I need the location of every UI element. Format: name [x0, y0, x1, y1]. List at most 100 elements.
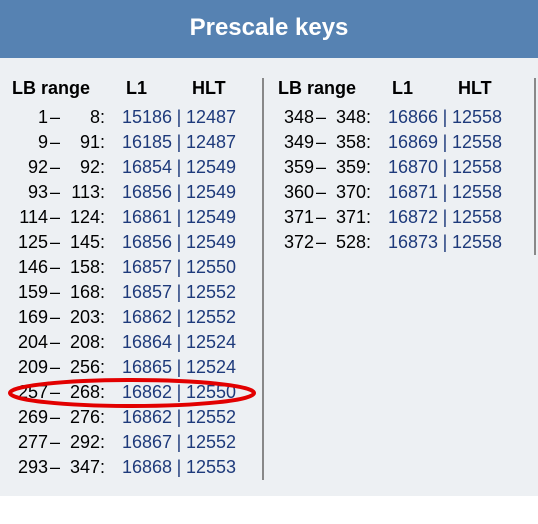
hlt-value: 12524: [186, 355, 244, 380]
dash: –: [48, 155, 62, 180]
l1-value: 16864: [110, 330, 172, 355]
table-row: 92–92:16854|12549: [12, 155, 252, 180]
colon: :: [366, 180, 376, 205]
l1-value: 16856: [110, 230, 172, 255]
colon: :: [100, 105, 110, 130]
l1-value: 16862: [110, 405, 172, 430]
colon: :: [100, 230, 110, 255]
dash: –: [48, 430, 62, 455]
lb-from: 269: [12, 405, 48, 430]
lb-to: 158: [62, 255, 100, 280]
lb-from: 146: [12, 255, 48, 280]
lb-to: 91: [62, 130, 100, 155]
separator: |: [172, 230, 186, 255]
dash: –: [48, 205, 62, 230]
lb-from: 114: [12, 205, 48, 230]
table-row: 371–371:16872|12558: [278, 205, 518, 230]
lb-from: 209: [12, 355, 48, 380]
l1-value: 16866: [376, 105, 438, 130]
hlt-value: 12487: [186, 105, 244, 130]
l1-value: 16865: [110, 355, 172, 380]
dash: –: [314, 205, 328, 230]
dash: –: [48, 305, 62, 330]
hlt-value: 12558: [452, 105, 510, 130]
colon: :: [100, 355, 110, 380]
lb-to: 292: [62, 430, 100, 455]
dash: –: [314, 230, 328, 255]
l1-value: 16862: [110, 305, 172, 330]
table-row: 372–528:16873|12558: [278, 230, 518, 255]
dash: –: [314, 105, 328, 130]
table-row: 125–145:16856|12549: [12, 230, 252, 255]
lb-from: 372: [278, 230, 314, 255]
separator: |: [438, 180, 452, 205]
separator: |: [172, 455, 186, 480]
dash: –: [48, 330, 62, 355]
colon: :: [100, 330, 110, 355]
table-row: 269–276:16862|12552: [12, 405, 252, 430]
separator: |: [172, 130, 186, 155]
header-hlt: HLT: [448, 78, 518, 99]
right-column: LB range L1 HLT 348–348:16866|12558349–3…: [264, 78, 536, 255]
separator: |: [172, 205, 186, 230]
hlt-value: 12549: [186, 230, 244, 255]
separator: |: [172, 155, 186, 180]
separator: |: [172, 430, 186, 455]
hlt-value: 12553: [186, 455, 244, 480]
hlt-value: 12524: [186, 330, 244, 355]
lb-to: 124: [62, 205, 100, 230]
table-row: 114–124:16861|12549: [12, 205, 252, 230]
separator: |: [438, 105, 452, 130]
table-row: 169–203:16862|12552: [12, 305, 252, 330]
lb-to: 358: [328, 130, 366, 155]
panel-body: LB range L1 HLT 1–8:15186|124879–91:1618…: [0, 58, 538, 496]
l1-value: 16185: [110, 130, 172, 155]
table-row: 348–348:16866|12558: [278, 105, 518, 130]
dash: –: [48, 380, 62, 405]
separator: |: [172, 180, 186, 205]
prescale-keys-panel: Prescale keys LB range L1 HLT 1–8:15186|…: [0, 0, 538, 496]
separator: |: [438, 205, 452, 230]
hlt-value: 12558: [452, 180, 510, 205]
l1-value: 16861: [110, 205, 172, 230]
lb-from: 92: [12, 155, 48, 180]
colon: :: [100, 130, 110, 155]
colon: :: [100, 380, 110, 405]
l1-value: 16872: [376, 205, 438, 230]
table-row: 146–158:16857|12550: [12, 255, 252, 280]
l1-value: 16862: [110, 380, 172, 405]
left-column: LB range L1 HLT 1–8:15186|124879–91:1618…: [12, 78, 264, 480]
l1-value: 16857: [110, 280, 172, 305]
colon: :: [100, 255, 110, 280]
l1-value: 16873: [376, 230, 438, 255]
hlt-value: 12552: [186, 405, 244, 430]
hlt-value: 12552: [186, 280, 244, 305]
columns-wrap: LB range L1 HLT 1–8:15186|124879–91:1618…: [12, 78, 526, 480]
table-row: 359–359:16870|12558: [278, 155, 518, 180]
l1-value: 16868: [110, 455, 172, 480]
header-hlt: HLT: [182, 78, 252, 99]
hlt-value: 12558: [452, 130, 510, 155]
lb-from: 277: [12, 430, 48, 455]
lb-from: 359: [278, 155, 314, 180]
lb-to: 145: [62, 230, 100, 255]
hlt-value: 12549: [186, 180, 244, 205]
l1-value: 16867: [110, 430, 172, 455]
right-rows: 348–348:16866|12558349–358:16869|1255835…: [278, 105, 518, 255]
lb-from: 1: [12, 105, 48, 130]
separator: |: [172, 280, 186, 305]
colon: :: [100, 430, 110, 455]
hlt-value: 12552: [186, 305, 244, 330]
lb-to: 168: [62, 280, 100, 305]
colon: :: [366, 230, 376, 255]
lb-to: 347: [62, 455, 100, 480]
lb-from: 159: [12, 280, 48, 305]
separator: |: [438, 130, 452, 155]
hlt-value: 12487: [186, 130, 244, 155]
lb-from: 371: [278, 205, 314, 230]
lb-from: 257: [12, 380, 48, 405]
table-row: 159–168:16857|12552: [12, 280, 252, 305]
header-lb-range: LB range: [278, 78, 374, 99]
lb-from: 93: [12, 180, 48, 205]
colon: :: [100, 155, 110, 180]
